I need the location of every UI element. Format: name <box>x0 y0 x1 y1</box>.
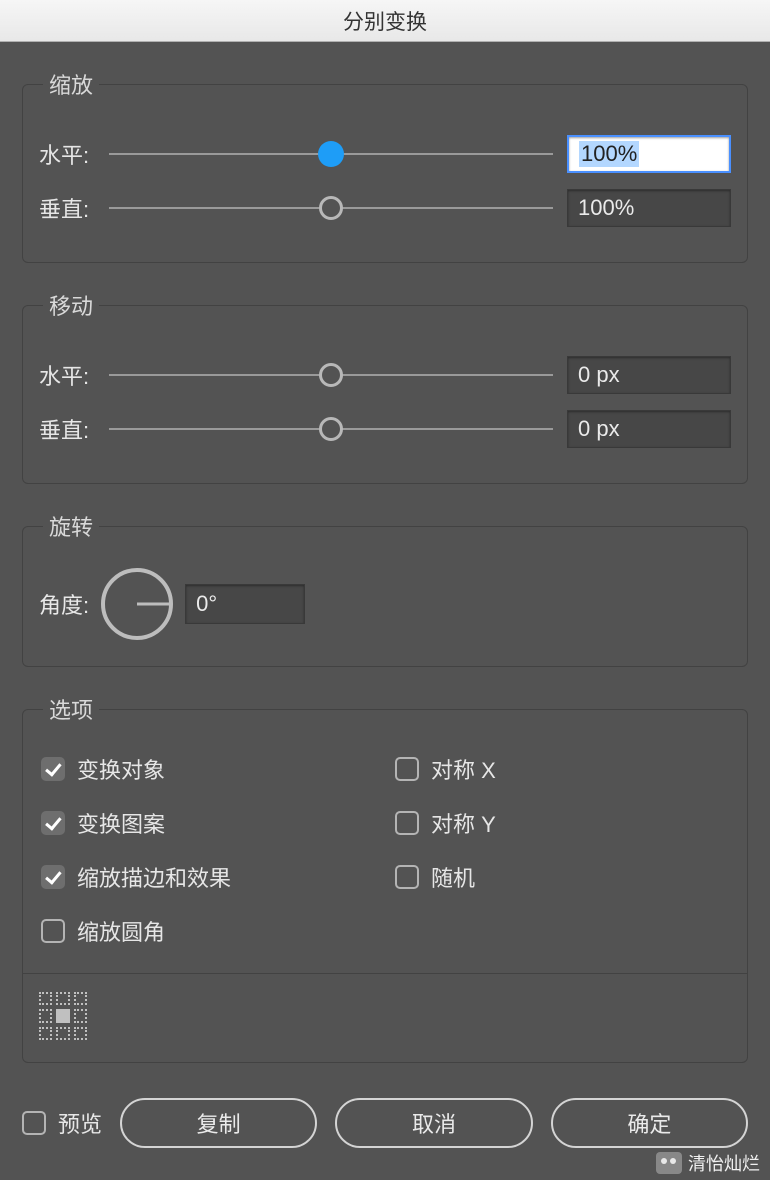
move-horizontal-row: 水平: 0 px <box>39 353 731 397</box>
checkbox-reflect-y[interactable]: 对称 Y <box>395 807 729 839</box>
scale-vertical-row: 垂直: 100% <box>39 186 731 230</box>
scale-horizontal-thumb[interactable] <box>318 141 344 167</box>
move-horizontal-thumb[interactable] <box>319 363 343 387</box>
scale-vertical-label: 垂直: <box>39 192 103 224</box>
options-group: 选项 变换对象 对称 X 变换图案 对称 Y 缩放描边和效果 <box>22 693 748 1063</box>
checkbox-scale-strokes[interactable]: 缩放描边和效果 <box>41 861 375 893</box>
checkbox-icon <box>41 865 65 889</box>
rotate-angle-input[interactable]: 0° <box>185 584 305 624</box>
checkbox-icon <box>41 757 65 781</box>
options-legend: 选项 <box>43 693 99 725</box>
watermark: 清怡灿烂 <box>656 1150 760 1176</box>
rotate-angle-label: 角度: <box>39 588 89 620</box>
rotate-group: 旋转 角度: 0° <box>22 510 748 667</box>
scale-horizontal-slider[interactable] <box>109 142 553 166</box>
window-title: 分别变换 <box>343 6 427 36</box>
scale-vertical-slider[interactable] <box>109 196 553 220</box>
scale-vertical-thumb[interactable] <box>319 196 343 220</box>
scale-vertical-input[interactable]: 100% <box>567 189 731 227</box>
move-horizontal-slider[interactable] <box>109 363 553 387</box>
reference-point-selector[interactable] <box>39 992 87 1040</box>
checkbox-icon <box>41 811 65 835</box>
ok-button[interactable]: 确定 <box>551 1098 748 1148</box>
checkbox-preview[interactable]: 预览 <box>22 1107 102 1139</box>
rotate-legend: 旋转 <box>43 510 99 542</box>
checkbox-icon <box>395 757 419 781</box>
wechat-icon <box>656 1152 682 1174</box>
move-vertical-input[interactable]: 0 px <box>567 410 731 448</box>
checkbox-icon <box>395 811 419 835</box>
copy-button[interactable]: 复制 <box>120 1098 317 1148</box>
checkbox-transform-objects[interactable]: 变换对象 <box>41 753 375 785</box>
checkbox-scale-corners[interactable]: 缩放圆角 <box>41 915 375 947</box>
checkbox-icon <box>41 919 65 943</box>
reference-point-center-icon[interactable] <box>56 1009 69 1022</box>
move-vertical-thumb[interactable] <box>319 417 343 441</box>
move-vertical-slider[interactable] <box>109 417 553 441</box>
move-horizontal-input[interactable]: 0 px <box>567 356 731 394</box>
checkbox-reflect-x[interactable]: 对称 X <box>395 753 729 785</box>
move-legend: 移动 <box>43 289 99 321</box>
window-titlebar: 分别变换 <box>0 0 770 42</box>
divider <box>23 973 747 974</box>
dialog-footer: 预览 复制 取消 确定 <box>0 1098 770 1148</box>
move-horizontal-label: 水平: <box>39 359 103 391</box>
cancel-button[interactable]: 取消 <box>335 1098 532 1148</box>
move-vertical-row: 垂直: 0 px <box>39 407 731 451</box>
scale-horizontal-input[interactable]: 100% <box>567 135 731 173</box>
move-group: 移动 水平: 0 px 垂直: 0 px <box>22 289 748 484</box>
checkbox-icon <box>395 865 419 889</box>
rotate-angle-hand-icon <box>137 603 169 606</box>
scale-horizontal-label: 水平: <box>39 138 103 170</box>
checkbox-random[interactable]: 随机 <box>395 861 729 893</box>
move-vertical-label: 垂直: <box>39 413 103 445</box>
checkbox-icon <box>22 1111 46 1135</box>
rotate-angle-dial[interactable] <box>101 568 173 640</box>
scale-horizontal-row: 水平: 100% <box>39 132 731 176</box>
scale-group: 缩放 水平: 100% 垂直: 100% <box>22 68 748 263</box>
checkbox-transform-patterns[interactable]: 变换图案 <box>41 807 375 839</box>
scale-legend: 缩放 <box>43 68 99 100</box>
